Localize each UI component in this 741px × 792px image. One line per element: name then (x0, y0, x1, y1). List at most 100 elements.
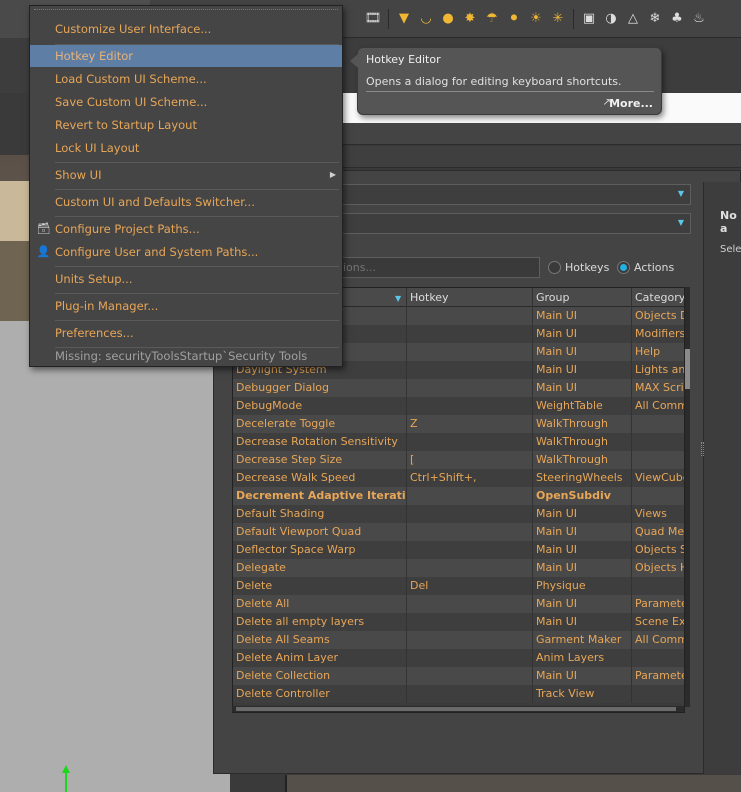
sphere-gizmo-icon[interactable]: ◑ (602, 9, 620, 29)
group-cell: WalkThrough (533, 433, 632, 451)
table-row[interactable]: Delete Anim Layer Anim Layers (233, 649, 684, 667)
hotkeys-radio[interactable] (548, 261, 561, 274)
film-icon[interactable]: 🎞 (364, 9, 382, 29)
menu-separator (55, 216, 339, 217)
table-row[interactable]: Decrease Step Size[WalkThrough (233, 451, 684, 469)
hotkey-cell (407, 307, 533, 325)
tooltip-divider (366, 91, 654, 92)
table-row[interactable]: Delegate Main UI Objects H (233, 559, 684, 577)
action-cell: Decrease Walk Speed (233, 469, 407, 487)
table-row[interactable]: Decrement Adaptive Iterati... OpenSubdiv (233, 487, 684, 505)
column-header-hotkey[interactable]: Hotkey (407, 288, 533, 307)
category-cell: Objects Sp (632, 541, 684, 559)
hotkey-cell (407, 631, 533, 649)
table-row[interactable]: Delete all empty layers Main UIScene Exp (233, 613, 684, 631)
horizontal-scrollbar[interactable] (232, 706, 684, 712)
triangle-icon[interactable]: △ (624, 9, 642, 29)
group-cell: Main UI (533, 613, 632, 631)
vertical-scrollbar[interactable] (685, 287, 690, 707)
table-row[interactable]: Delete All Seams Garment MakerAll Comma (233, 631, 684, 649)
table-row[interactable]: Delete All Main UIParameter (233, 595, 684, 613)
menu-item-ui-switcher[interactable]: Custom UI and Defaults Switcher... (30, 191, 342, 213)
cube-icon[interactable]: ▣ (580, 9, 598, 29)
table-row[interactable]: Decrease Rotation Sensitivity WalkThrough (233, 433, 684, 451)
menu-item-revert-layout[interactable]: Revert to Startup Layout (30, 114, 342, 136)
category-cell: All Comma (632, 631, 684, 649)
column-header-group[interactable]: Group (533, 288, 632, 307)
category-cell: Scene Exp (632, 613, 684, 631)
menu-item-units-setup[interactable]: Units Setup... (30, 268, 342, 290)
actions-radio-label[interactable]: Actions (634, 261, 674, 274)
hotkey-editor-tooltip: Hotkey Editor Opens a dialog for editing… (350, 47, 662, 115)
action-cell: Decrease Rotation Sensitivity (233, 433, 407, 451)
scrollbar-thumb[interactable] (685, 349, 690, 389)
menu-item-user-system-paths[interactable]: 👤 Configure User and System Paths... (30, 241, 342, 263)
menu-item-preferences[interactable]: Preferences... (30, 322, 342, 344)
column-header-category[interactable]: Category (632, 288, 684, 307)
geosphere-icon[interactable]: ✸ (461, 9, 479, 29)
splitter-grip[interactable] (701, 442, 704, 456)
hemisphere-icon[interactable]: ◡ (417, 9, 435, 29)
group-cell: Main UI (533, 505, 632, 523)
category-dropdown[interactable]: ▼ (340, 213, 691, 234)
table-row[interactable]: Default Shading Main UI Views (233, 505, 684, 523)
group-cell: OpenSubdiv (533, 487, 632, 505)
category-cell (632, 415, 684, 433)
omni-light-icon[interactable]: ⚫ (505, 9, 523, 29)
sunburst-icon[interactable]: ✳ (549, 9, 567, 29)
menu-item-save-ui-scheme[interactable]: Save Custom UI Scheme... (30, 91, 342, 113)
scrollbar-thumb[interactable] (236, 707, 676, 711)
menu-item-show-ui[interactable]: Show UI ▶ (30, 164, 342, 186)
action-cell: Deflector Space Warp (233, 541, 407, 559)
menu-item-missing-security-tools: Missing: securityToolsStartup`Security T… (55, 349, 308, 363)
actions-radio[interactable] (617, 261, 630, 274)
hotkey-cell (407, 379, 533, 397)
chevron-down-icon: ▼ (677, 218, 684, 227)
menu-item-lock-ui[interactable]: Lock UI Layout (30, 137, 342, 159)
table-row[interactable]: Delete Controller Track View (233, 685, 684, 703)
category-cell: Lights and (632, 361, 684, 379)
menu-item-customize-ui[interactable]: Customize User Interface... (30, 18, 342, 40)
group-cell: Main UI (533, 523, 632, 541)
hotkey-cell (407, 325, 533, 343)
grass-icon[interactable]: ❄ (646, 9, 664, 29)
sort-arrow-icon[interactable]: ▼ (395, 294, 401, 303)
group-cell: Main UI (533, 379, 632, 397)
tree-icon[interactable]: ♣ (668, 9, 686, 29)
table-row[interactable]: Debugger Dialog Main UIMAX Scrip (233, 379, 684, 397)
group-cell: Main UI (533, 361, 632, 379)
table-row[interactable]: Default Viewport Quad Main UIQuad Men (233, 523, 684, 541)
tooltip-more-link[interactable]: More... (609, 97, 653, 110)
hotkey-cell (407, 559, 533, 577)
table-row[interactable]: Deflector Space Warp Main UIObjects Sp (233, 541, 684, 559)
hotkeys-radio-label[interactable]: Hotkeys (565, 261, 609, 274)
action-cell: Delete Collection (233, 667, 407, 685)
menu-item-load-ui-scheme[interactable]: Load Custom UI Scheme... (30, 68, 342, 90)
search-actions-input[interactable] (340, 257, 540, 278)
table-row[interactable]: Decelerate Toggle Z WalkThrough (233, 415, 684, 433)
action-cell: Delete Anim Layer (233, 649, 407, 667)
hotkey-cell (407, 613, 533, 631)
table-row[interactable]: DebugMode WeightTableAll Comma (233, 397, 684, 415)
action-cell: Default Viewport Quad (233, 523, 407, 541)
group-cell: Track View (533, 685, 632, 703)
hotkey-cell (407, 397, 533, 415)
select-label: Selec (720, 244, 741, 255)
group-dropdown[interactable]: ▼ (340, 184, 691, 205)
table-row[interactable]: Delete Del Physique (233, 577, 684, 595)
fire-icon[interactable]: ♨ (690, 9, 708, 29)
menu-item-plugin-manager[interactable]: Plug-in Manager... (30, 295, 342, 317)
table-row[interactable]: Delete Collection Main UIParameter (233, 667, 684, 685)
table-row[interactable]: Decrease Walk Speed Ctrl+Shift+, SteeringW… (233, 469, 684, 487)
group-cell: Main UI (533, 559, 632, 577)
category-cell (632, 577, 684, 595)
umbrella-icon[interactable]: ☂ (483, 9, 501, 29)
sphere-icon[interactable]: ● (439, 9, 457, 29)
group-cell: SteeringWheels (533, 469, 632, 487)
hotkey-cell: [ (407, 451, 533, 469)
menu-item-project-paths[interactable]: 🗃 Configure Project Paths... (30, 218, 342, 240)
sun-icon[interactable]: ☀ (527, 9, 545, 29)
panel-strip (340, 123, 741, 145)
walkthrough-icon[interactable]: ▼ (395, 9, 413, 29)
menu-item-hotkey-editor[interactable]: Hotkey Editor (30, 45, 342, 67)
